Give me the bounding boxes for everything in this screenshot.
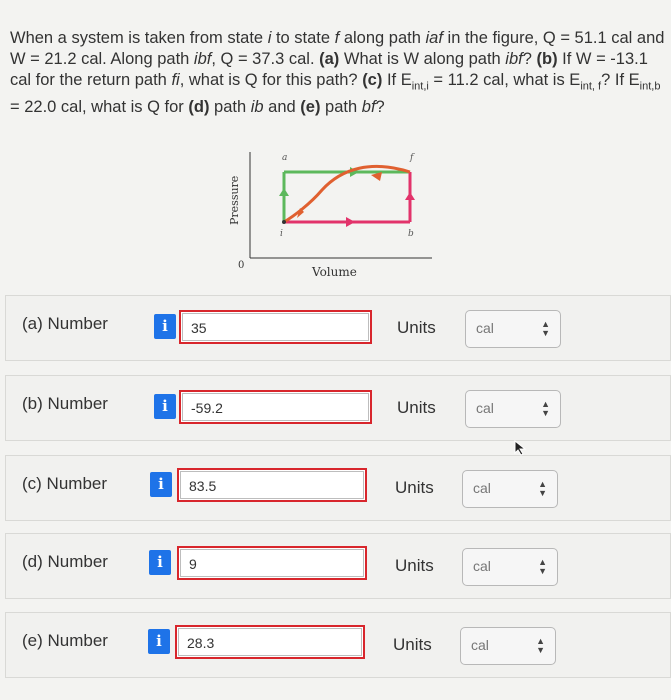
mouse-cursor-icon [514, 440, 527, 456]
units-label-e: Units [393, 635, 432, 654]
units-select-d[interactable]: cal ▲ ▼ [462, 548, 558, 586]
pressure-label: Pressure [228, 176, 241, 225]
answer-row-a: (a) Number i 35 Units cal ▲ ▼ [5, 295, 671, 361]
number-input-b[interactable]: -59.2 [179, 390, 372, 424]
units-select-c[interactable]: cal ▲ ▼ [462, 470, 558, 508]
answer-row-e: (e) Number i 28.3 Units cal ▲ ▼ [5, 612, 671, 678]
path-fi [283, 165, 411, 224]
path-bf-arrow [405, 192, 415, 200]
point-i [282, 220, 286, 224]
units-label-d: Units [395, 556, 434, 575]
units-select-e[interactable]: cal ▲ ▼ [460, 627, 556, 665]
number-input-c[interactable]: 83.5 [177, 468, 367, 502]
info-icon[interactable]: i [154, 314, 176, 339]
select-arrows-icon: ▲ ▼ [538, 479, 547, 498]
answer-row-b: (b) Number i -59.2 Units cal ▲ ▼ [5, 375, 671, 441]
row-label-c: (c) Number [22, 474, 108, 493]
info-icon[interactable]: i [154, 394, 176, 419]
pv-diagram: Pressure Volume 0 a f i b [228, 152, 432, 279]
number-input-d[interactable]: 9 [177, 546, 367, 580]
label-i: i [280, 229, 283, 239]
select-arrows-icon: ▲ ▼ [538, 557, 547, 576]
row-label-e: (e) Number [22, 631, 108, 650]
answer-row-d: (d) Number i 9 Units cal ▲ ▼ [5, 533, 671, 599]
row-label-b: (b) Number [22, 394, 108, 413]
row-label-d: (d) Number [22, 552, 108, 571]
path-ia-arrow [279, 188, 289, 196]
units-label-a: Units [397, 318, 436, 337]
path-ib-arrow [346, 217, 355, 227]
origin-label: 0 [238, 260, 244, 271]
units-label-c: Units [395, 478, 434, 497]
label-f: f [409, 153, 415, 163]
units-select-b[interactable]: cal ▲ ▼ [465, 390, 561, 428]
info-icon[interactable]: i [150, 472, 172, 497]
label-a: a [282, 153, 287, 163]
question-text: When a system is taken from state i to s… [10, 29, 665, 117]
number-input-a[interactable]: 35 [179, 310, 372, 344]
info-icon[interactable]: i [148, 629, 170, 654]
number-input-e[interactable]: 28.3 [175, 625, 365, 659]
label-b: b [408, 229, 414, 239]
select-arrows-icon: ▲ ▼ [536, 636, 545, 655]
row-label-a: (a) Number [22, 314, 108, 333]
info-icon[interactable]: i [149, 550, 171, 575]
select-arrows-icon: ▲ ▼ [541, 319, 550, 338]
answer-row-c: (c) Number i 83.5 Units cal ▲ ▼ [5, 455, 671, 521]
select-arrows-icon: ▲ ▼ [541, 399, 550, 418]
units-select-a[interactable]: cal ▲ ▼ [465, 310, 561, 348]
volume-label: Volume [311, 265, 357, 279]
units-label-b: Units [397, 398, 436, 417]
